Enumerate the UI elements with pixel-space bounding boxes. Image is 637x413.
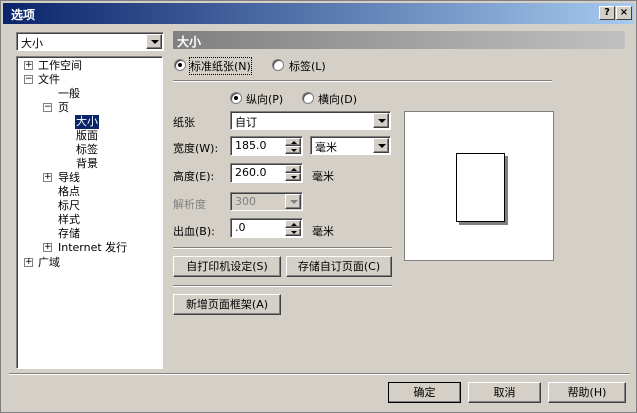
bleed-value[interactable]: .0 (235, 221, 246, 234)
bleed-label: 出血(B): (173, 225, 215, 238)
paper-label: 纸张 (173, 116, 195, 129)
window-title: 选项 (11, 8, 36, 22)
collapse-icon[interactable]: − (43, 103, 52, 112)
custom-printer-button[interactable]: 自打印机设定(S) (173, 256, 281, 277)
tree-item-general[interactable]: 一般 (58, 87, 80, 101)
cancel-button[interactable]: 取消 (468, 382, 541, 403)
tree-item-global[interactable]: 广域 (38, 256, 60, 270)
spin-down-icon[interactable] (285, 173, 301, 181)
paper-dropdown[interactable]: 自订 (230, 111, 391, 130)
portrait-label[interactable]: 纵向(P) (246, 91, 283, 107)
tree-item-save[interactable]: 存储 (58, 227, 80, 241)
expand-icon[interactable]: + (24, 61, 33, 70)
options-tree[interactable]: + 工作空间 − 文件 一般 − 页 大小 版面 标签 背景 + 导线 格点 标… (16, 56, 163, 369)
tree-item-workspace[interactable]: 工作空间 (38, 59, 82, 73)
bleed-spinner[interactable]: .0 (230, 218, 303, 238)
tree-item-styles[interactable]: 样式 (58, 213, 80, 227)
tree-item-size[interactable]: 大小 (75, 115, 99, 129)
resolution-label: 解析度 (173, 198, 206, 211)
resolution-value: 300 (235, 195, 256, 208)
portrait-radio[interactable] (230, 92, 242, 104)
tree-item-rulers[interactable]: 标尺 (58, 199, 80, 213)
height-spinner[interactable]: 260.0 (230, 163, 303, 183)
divider (173, 80, 552, 82)
tree-item-file[interactable]: 文件 (38, 73, 60, 87)
category-dropdown[interactable]: 大小 (16, 32, 164, 51)
save-custom-page-button[interactable]: 存储自订页面(C) (286, 256, 392, 277)
page-preview-sheet (456, 153, 505, 222)
divider (9, 373, 630, 375)
tree-item-grid[interactable]: 格点 (58, 185, 80, 199)
landscape-radio[interactable] (302, 92, 314, 104)
tree-item-internet-publish[interactable]: Internet 发行 (58, 241, 127, 255)
panel-header: 大小 (173, 31, 625, 49)
spin-down-icon[interactable] (285, 146, 301, 154)
expand-icon[interactable]: + (43, 243, 52, 252)
height-unit: 毫米 (312, 170, 334, 183)
divider (173, 247, 392, 249)
category-dropdown-value: 大小 (21, 37, 43, 50)
label-radio-label[interactable]: 标签(L) (289, 58, 326, 74)
chevron-down-icon[interactable] (373, 113, 389, 128)
divider (173, 285, 392, 287)
tree-item-background[interactable]: 背景 (76, 157, 98, 171)
height-value[interactable]: 260.0 (235, 166, 267, 179)
height-label: 高度(E): (173, 170, 215, 183)
title-bar[interactable]: 选项 ? × (3, 3, 634, 24)
tree-item-page[interactable]: 页 (58, 101, 69, 115)
chevron-down-icon[interactable] (146, 34, 162, 49)
spin-up-icon[interactable] (285, 165, 301, 173)
spin-down-icon[interactable] (285, 228, 301, 236)
width-spinner[interactable]: 185.0 (230, 136, 303, 156)
width-value[interactable]: 185.0 (235, 139, 267, 152)
help-button[interactable]: 帮助(H) (548, 382, 626, 403)
add-page-frame-button[interactable]: 新增页面框架(A) (173, 294, 281, 315)
tree-item-label[interactable]: 标签 (76, 143, 98, 157)
collapse-icon[interactable]: − (24, 75, 33, 84)
standard-paper-label[interactable]: 标准纸张(N) (189, 57, 252, 75)
help-icon[interactable]: ? (599, 6, 615, 20)
close-icon[interactable]: × (616, 6, 632, 20)
spin-up-icon[interactable] (285, 220, 301, 228)
expand-icon[interactable]: + (43, 173, 52, 182)
options-dialog: 选项 ? × 大小 + 工作空间 − 文件 一般 − 页 大小 版面 标签 背景… (0, 0, 637, 413)
unit-dropdown[interactable]: 毫米 (310, 136, 391, 155)
tree-item-layout[interactable]: 版面 (76, 129, 98, 143)
width-label: 宽度(W): (173, 142, 219, 155)
expand-icon[interactable]: + (24, 258, 33, 267)
bleed-unit: 毫米 (312, 225, 334, 238)
panel-title: 大小 (177, 35, 202, 49)
label-radio[interactable] (272, 59, 284, 71)
tree-item-guidelines[interactable]: 导线 (58, 171, 80, 185)
unit-dropdown-value: 毫米 (315, 141, 337, 154)
paper-dropdown-value: 自订 (235, 116, 257, 129)
spin-up-icon[interactable] (285, 138, 301, 146)
chevron-down-icon (285, 194, 301, 209)
chevron-down-icon[interactable] (373, 138, 389, 153)
standard-paper-radio[interactable] (174, 59, 186, 71)
ok-button[interactable]: 确定 (388, 382, 461, 403)
resolution-dropdown: 300 (230, 192, 303, 211)
page-preview (404, 111, 554, 261)
landscape-label[interactable]: 横向(D) (318, 91, 357, 107)
